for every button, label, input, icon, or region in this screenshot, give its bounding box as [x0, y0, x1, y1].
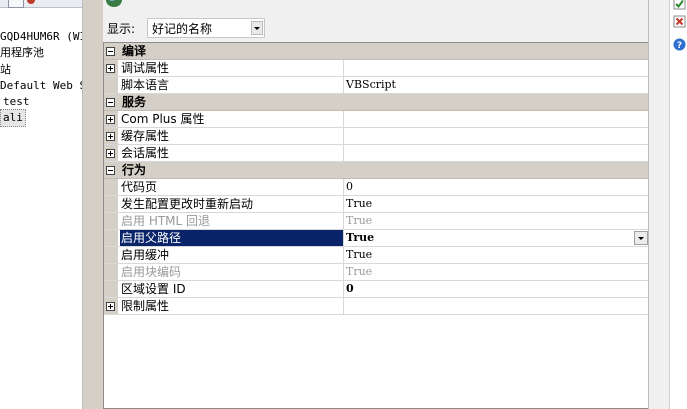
property-row-enable-parent-paths[interactable]: 启用父路径 True [104, 230, 648, 247]
property-name: 缓存属性 [120, 128, 344, 144]
chevron-down-icon[interactable] [251, 21, 263, 35]
property-value[interactable]: True [344, 196, 646, 212]
chevron-down-icon [638, 237, 644, 240]
property-row-locale-id[interactable]: 区域设置 ID 0 [104, 281, 648, 298]
property-row-script-language[interactable]: 脚本语言 VBScript [104, 77, 648, 94]
property-name: 调试属性 [120, 60, 344, 76]
asp-globe-icon [106, 0, 122, 7]
collapse-icon[interactable] [106, 47, 115, 56]
category-compilation[interactable]: 编译 [104, 43, 648, 60]
property-name: 启用块编码 [120, 264, 344, 280]
actions-strip: ? [669, 0, 687, 409]
tree-item-server[interactable]: GQD4HUM6R (WIN [0, 29, 82, 45]
collapse-icon[interactable] [106, 166, 115, 175]
tree-item-ali[interactable]: ali [0, 109, 26, 127]
expand-icon[interactable] [106, 149, 115, 158]
svg-text:?: ? [677, 41, 682, 51]
category-behavior[interactable]: 行为 [104, 162, 648, 179]
property-row-enable-buffering[interactable]: 启用缓冲 True [104, 247, 648, 264]
property-value[interactable]: True [344, 247, 646, 263]
display-mode-value: 好记的名称 [152, 22, 213, 36]
property-row-enable-chunked-encoding[interactable]: 启用块编码 True [104, 264, 648, 281]
property-grid: 编译 调试属性 脚本语言 VBScript 服务 Com Plus 属性 缓存属… [103, 42, 649, 409]
expand-icon[interactable] [106, 115, 115, 124]
category-label: 服务 [122, 95, 147, 109]
tree-item-app-pools[interactable]: 用程序池 [0, 45, 44, 61]
tree-item-default-web-site[interactable]: Default Web S: [0, 78, 82, 94]
property-value[interactable] [344, 128, 646, 144]
property-name: Com Plus 属性 [120, 111, 344, 127]
property-value[interactable] [344, 111, 646, 127]
pane-splitter[interactable] [82, 0, 104, 409]
help-icon[interactable]: ? [673, 38, 686, 51]
tree-item-sites[interactable]: 站 [0, 62, 11, 78]
collapse-icon[interactable] [106, 98, 115, 107]
actions-pane: ? [648, 0, 687, 409]
property-row-limits[interactable]: 限制属性 [104, 298, 648, 315]
value-dropdown-button[interactable] [634, 231, 648, 245]
property-name: 脚本语言 [120, 77, 344, 93]
property-name: 代码页 [120, 179, 344, 195]
property-value[interactable]: True [344, 230, 646, 246]
display-mode-select[interactable]: 好记的名称 [147, 18, 265, 38]
display-label: 显示: [107, 22, 136, 36]
property-value[interactable]: 0 [344, 179, 646, 195]
category-label: 编译 [122, 44, 147, 58]
property-name: 区域设置 ID [120, 281, 344, 297]
property-value[interactable]: VBScript [344, 77, 646, 93]
category-label: 行为 [122, 163, 147, 177]
property-row-restart-on-config-change[interactable]: 发生配置更改时重新启动 True [104, 196, 648, 213]
disconnect-icon[interactable] [26, 0, 36, 5]
expand-icon[interactable] [106, 302, 115, 311]
tree-item-test[interactable]: test [3, 94, 30, 110]
connect-icon[interactable] [8, 0, 24, 8]
expand-icon[interactable] [106, 132, 115, 141]
feature-header [103, 0, 648, 14]
property-value[interactable] [344, 60, 646, 76]
property-value[interactable]: True [344, 264, 646, 280]
property-row-caching[interactable]: 缓存属性 [104, 128, 648, 145]
property-value[interactable]: 0 [344, 281, 646, 297]
property-name: 启用 HTML 回退 [120, 213, 344, 229]
property-name: 启用父路径 [120, 230, 344, 246]
property-name: 发生配置更改时重新启动 [120, 196, 344, 212]
property-row-session[interactable]: 会话属性 [104, 145, 648, 162]
category-services[interactable]: 服务 [104, 94, 648, 111]
property-name: 启用缓冲 [120, 247, 344, 263]
property-row-debugging[interactable]: 调试属性 [104, 60, 648, 77]
cancel-icon[interactable] [673, 15, 686, 28]
property-row-code-page[interactable]: 代码页 0 [104, 179, 648, 196]
apply-icon[interactable] [673, 0, 686, 10]
property-row-enable-html-fallback[interactable]: 启用 HTML 回退 True [104, 213, 648, 230]
property-value[interactable] [344, 298, 646, 314]
property-name: 限制属性 [120, 298, 344, 314]
asp-feature-pane: 显示: 好记的名称 编译 调试属性 脚本语言 VBScript 服务 Com P… [103, 0, 649, 409]
property-row-com-plus[interactable]: Com Plus 属性 [104, 111, 648, 128]
tree-toolbar [0, 0, 82, 8]
property-name: 会话属性 [120, 145, 344, 161]
property-value[interactable]: True [344, 213, 646, 229]
expand-icon[interactable] [106, 64, 115, 73]
property-value[interactable] [344, 145, 646, 161]
site-tree-pane: GQD4HUM6R (WIN 用程序池 站 Default Web S: tes… [0, 0, 82, 409]
